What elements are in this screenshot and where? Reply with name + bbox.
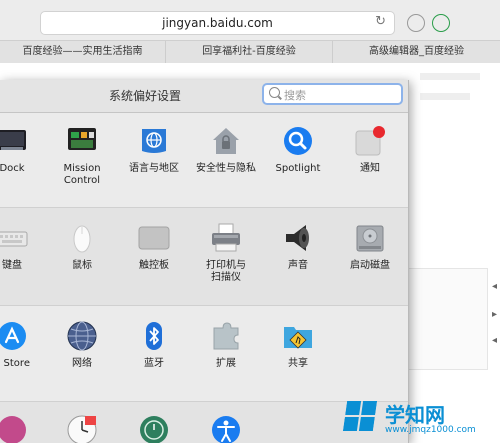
arrow-icon[interactable]: ▸ — [492, 309, 497, 320]
icloud-icon — [0, 416, 26, 443]
pane-printers-scanners[interactable]: 打印机与 扫描仪 — [190, 214, 262, 302]
mouse-icon — [73, 225, 91, 253]
extension-icon[interactable] — [407, 14, 425, 32]
pane-label: 语言与地区 — [129, 163, 179, 174]
pane-label: Dock — [0, 163, 25, 174]
pane-label: 通知 — [360, 163, 380, 174]
pane-label: 安全性与隐私 — [196, 163, 256, 174]
pane-keyboard[interactable]: 键盘 — [0, 214, 48, 302]
pane-label: 键盘 — [2, 260, 22, 271]
system-preferences-window: 系统偏好设置 搜索 Dock Mission Control 语言与地区 安全性… — [0, 80, 409, 443]
pane-extensions[interactable]: 扩展 — [190, 312, 262, 400]
language-region-icon — [142, 129, 166, 153]
pane-sound[interactable]: 声音 — [262, 214, 334, 302]
pane-label: 扩展 — [216, 358, 236, 369]
pane-time-machine[interactable] — [118, 406, 190, 443]
prefs-row-personal: Dock Mission Control 语言与地区 安全性与隐私 Spotli… — [0, 113, 408, 207]
pane-label: 启动磁盘 — [350, 260, 390, 271]
pane-icloud[interactable] — [0, 406, 48, 443]
watermark: 学知网 www.jmqz1000.com — [342, 395, 500, 443]
startup-disk-icon — [356, 225, 384, 252]
pane-bluetooth[interactable]: 蓝牙 — [118, 312, 190, 400]
pane-startup-disk[interactable]: 启动磁盘 — [334, 214, 406, 302]
bluetooth-icon — [146, 322, 162, 350]
pane-label: 蓝牙 — [144, 358, 164, 369]
page-text-line — [420, 73, 480, 80]
tab-1[interactable]: 百度经验——实用生活指南 — [0, 41, 166, 63]
app-store-icon — [0, 322, 26, 350]
windows-logo-icon — [342, 401, 378, 431]
pane-dock[interactable]: Dock — [0, 117, 48, 205]
window-title: 系统偏好设置 — [108, 89, 181, 103]
pane-mission-control[interactable]: Mission Control — [46, 117, 118, 205]
pane-date-time[interactable] — [46, 406, 118, 443]
dock-icon — [0, 130, 26, 150]
date-time-icon — [67, 415, 97, 443]
pane-notifications[interactable]: 通知 — [334, 117, 406, 205]
printer-scanner-icon — [212, 223, 240, 252]
pane-label: 声音 — [288, 260, 308, 271]
pane-security-privacy[interactable]: 安全性与隐私 — [190, 117, 262, 205]
network-icon — [67, 321, 97, 351]
pane-language-region[interactable]: 语言与地区 — [118, 117, 190, 205]
browser-toolbar: jingyan.baidu.com ↻ — [0, 0, 500, 40]
menu-bar-extras — [460, 0, 500, 10]
pane-label: 触控板 — [139, 260, 169, 271]
share-icon[interactable] — [432, 14, 450, 32]
pane-label: Mission Control — [63, 163, 101, 186]
tab-bar: 百度经验——实用生活指南 回享福利社-百度经验 高级编辑器_百度经验 — [0, 40, 500, 64]
search-placeholder: 搜索 — [284, 89, 306, 102]
pane-accessibility[interactable] — [190, 406, 262, 443]
reload-icon[interactable]: ↻ — [375, 14, 386, 29]
accessibility-icon — [212, 416, 240, 443]
page-panel — [408, 268, 488, 370]
time-machine-icon — [140, 416, 168, 443]
url-text: jingyan.baidu.com — [162, 16, 273, 30]
pane-sharing[interactable]: 共享 — [262, 312, 334, 400]
pane-label: 共享 — [288, 358, 308, 369]
pane-label: Spotlight — [275, 163, 321, 174]
pane-label: 鼠标 — [72, 260, 92, 271]
trackpad-icon — [138, 226, 170, 250]
extensions-icon — [213, 322, 239, 350]
tab-2[interactable]: 回享福利社-百度经验 — [166, 41, 333, 63]
security-privacy-icon — [213, 128, 239, 154]
search-field[interactable]: 搜索 — [262, 83, 403, 105]
prefs-row-internet: p Store 网络 蓝牙 扩展 共享 — [0, 305, 408, 402]
pane-network[interactable]: 网络 — [46, 312, 118, 400]
pane-trackpad[interactable]: 触控板 — [118, 214, 190, 302]
pane-spotlight[interactable]: Spotlight — [262, 117, 334, 205]
window-titlebar: 系统偏好设置 搜索 — [0, 80, 408, 113]
sharing-icon — [284, 327, 312, 349]
arrow-icon[interactable]: ◂ — [492, 335, 497, 346]
notifications-icon — [355, 126, 385, 156]
spotlight-icon — [284, 127, 312, 155]
keyboard-icon — [0, 231, 28, 247]
prefs-row-hardware: 键盘 鼠标 触控板 打印机与 扫描仪 声音 启动磁盘 — [0, 207, 408, 306]
arrow-icon[interactable]: ◂ — [492, 281, 497, 292]
sound-icon — [286, 225, 309, 251]
page-text-line — [420, 93, 470, 100]
pane-label: p Store — [0, 358, 30, 369]
watermark-title: 学知网 — [385, 403, 445, 427]
mission-control-icon — [68, 128, 96, 150]
pane-label: 网络 — [72, 358, 92, 369]
pane-app-store[interactable]: p Store — [0, 312, 48, 400]
tab-3[interactable]: 高级编辑器_百度经验 — [333, 41, 500, 63]
pane-label: 打印机与 扫描仪 — [206, 260, 246, 283]
address-bar[interactable]: jingyan.baidu.com ↻ — [40, 11, 395, 35]
watermark-url: www.jmqz1000.com — [385, 425, 476, 435]
pane-mouse[interactable]: 鼠标 — [46, 214, 118, 302]
search-icon — [269, 87, 280, 98]
